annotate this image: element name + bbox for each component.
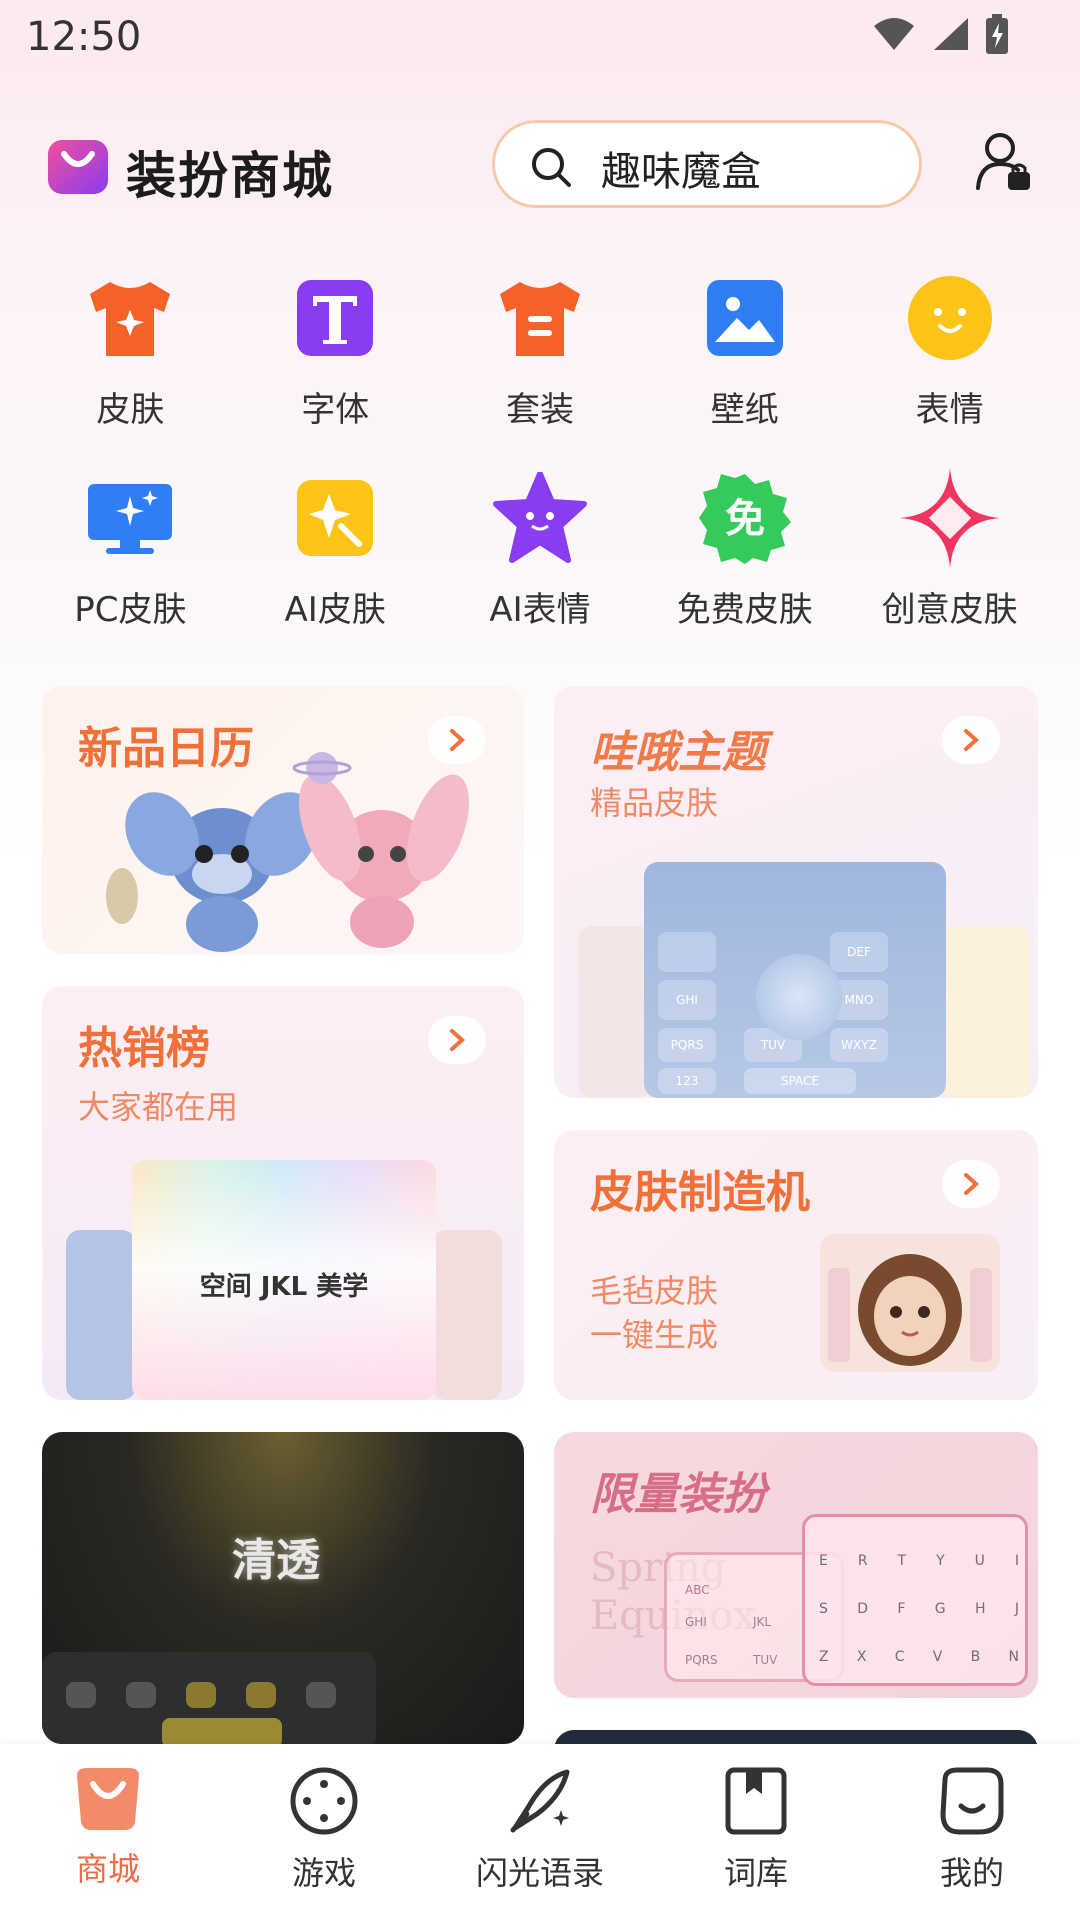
nav-shop[interactable]: 商城 [0,1744,216,1920]
felt-keyboard-preview [820,1234,1000,1372]
search-placeholder: 趣味魔盒 [601,149,761,195]
tshirt-star-icon [90,282,171,356]
card-skin-maker[interactable]: 皮肤制造机 毛毡皮肤 一键生成 [554,1130,1038,1400]
wifi-icon [874,18,914,50]
keyboard-preview-text: 空间 JKL 美学 [199,1272,369,1302]
status-time: 12:50 [26,14,142,60]
category-ai-skin[interactable]: AI皮肤 [233,468,438,668]
star-face-icon [492,472,587,563]
card-limited-outfit[interactable]: 限量装扮 Spring Equinox ABC GHI JKL PQRS TUV… [554,1432,1038,1698]
chevron-right-icon[interactable] [942,716,1000,764]
dark-keyboard-preview [42,1652,376,1744]
quill-icon [510,1769,570,1833]
category-suit[interactable]: 套装 [438,268,643,468]
card-new-calendar[interactable]: 新品日历 [42,686,524,954]
book-icon [725,1767,787,1835]
me-face-icon [940,1767,1004,1835]
card-clear-theme[interactable]: 清透 [42,1432,524,1744]
monitor-icon [88,484,173,554]
mall-logo-icon [48,140,108,194]
page-title: 装扮商城 [126,147,334,205]
keyboard-preview-left [578,926,652,1098]
category-wallpaper[interactable]: 壁纸 [642,268,847,468]
picture-icon [706,280,783,356]
chevron-right-icon[interactable] [428,1016,486,1064]
bottom-nav: 商城 游戏 闪光语录 词库 我的 [0,1744,1080,1920]
status-bar: 12:50 [0,0,1080,72]
category-grid: 皮肤 字体 套装 壁纸 表情 PC皮肤 AI皮肤 AI表情 免 免费皮肤 创意皮… [28,268,1052,668]
nav-quotes[interactable]: 闪光语录 [432,1744,648,1920]
search-icon [532,148,571,187]
font-t-icon [297,280,374,356]
smiley-icon [907,276,992,360]
shop-bag-icon [77,1768,139,1830]
category-creative-skin[interactable]: 创意皮肤 [847,468,1052,668]
card-wow-theme[interactable]: 哇哦主题 精品皮肤 DEF GHI MNO PQRS TUV WXYZ 123 … [554,686,1038,1098]
game-icon [290,1767,358,1835]
signal-icon [934,18,968,50]
battery-icon [986,14,1008,54]
profile-icon[interactable] [974,130,1034,192]
tshirt-suit-icon [499,282,580,356]
nav-games[interactable]: 游戏 [216,1744,432,1920]
category-font[interactable]: 字体 [233,268,438,468]
keyboard-preview-left [66,1230,136,1400]
ai-star-icon [297,480,374,556]
nav-dictionary[interactable]: 词库 [648,1744,864,1920]
keyboard-preview-right [940,926,1030,1098]
free-badge-icon: 免 [698,474,791,564]
keyboard-preview-main: 空间 JKL 美学 [132,1160,436,1400]
svg-text:免: 免 [725,496,765,542]
category-ai-emoji[interactable]: AI表情 [438,468,643,668]
category-pc-skin[interactable]: PC皮肤 [28,468,233,668]
chevron-right-icon[interactable] [942,1160,1000,1208]
pink-keyboard-preview-front: ERTYUI SDFGHJ ZXCVBN [802,1514,1028,1686]
header: 装扮商城 趣味魔盒 [0,118,1080,214]
status-icons [872,14,1010,54]
clear-theme-title: 清透 [232,1535,320,1586]
card-hot-list[interactable]: 热销榜 大家都在用 空间 JKL 美学 [42,986,524,1400]
category-skin[interactable]: 皮肤 [28,268,233,468]
sparkle-icon [899,468,1000,568]
keyboard-preview-right [432,1230,502,1400]
category-free-skin[interactable]: 免 免费皮肤 [642,468,847,668]
search-input[interactable]: 趣味魔盒 [492,120,922,208]
nav-me[interactable]: 我的 [864,1744,1080,1920]
stitch-illustration [106,752,470,952]
category-emoji[interactable]: 表情 [847,268,1052,468]
keyboard-preview-main: DEF GHI MNO PQRS TUV WXYZ 123 SPACE [644,862,946,1098]
